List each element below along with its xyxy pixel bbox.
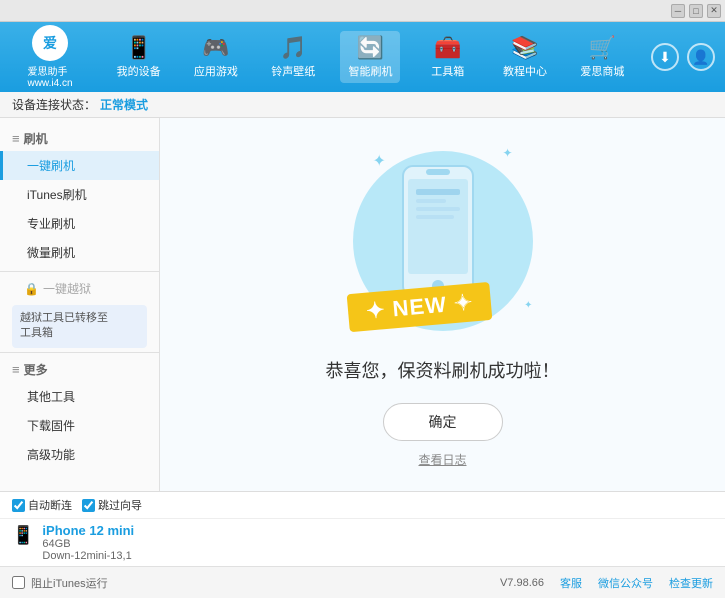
list-icon: ≡ (12, 131, 20, 146)
game-icon: 🎮 (202, 35, 229, 61)
phone-svg (398, 161, 478, 301)
device-name: iPhone 12 mini (42, 523, 134, 538)
sidebar-item-one-key-flash[interactable]: 一键刷机 (0, 151, 159, 180)
toolbox-icon: 🧰 (434, 35, 461, 61)
title-bar: ─ □ ✕ (0, 0, 725, 22)
sidebar-section-jailbreak: 🔒 一键越狱 (0, 276, 159, 301)
prevent-itunes-label: 阻止iTunes运行 (31, 575, 108, 591)
music-icon: 🎵 (280, 35, 307, 61)
sparkle-2: ✦ (502, 146, 512, 160)
nav-app-game[interactable]: 🎮 应用游戏 (186, 31, 246, 83)
window-controls: ─ □ ✕ (671, 4, 721, 18)
close-button[interactable]: ✕ (707, 4, 721, 18)
book-icon: 📚 (511, 35, 538, 61)
nav-ringtone[interactable]: 🎵 铃声壁纸 (263, 31, 323, 83)
sparkle-3: ✦ (524, 300, 532, 311)
content-area: ✦ ✦ ✦ ✦ NEW ✦ 恭 (160, 118, 725, 491)
maximize-button[interactable]: □ (689, 4, 703, 18)
nav-right-buttons: ⬇ 👤 (651, 43, 715, 71)
nav-smart-flash[interactable]: 🔄 智能刷机 (340, 31, 400, 83)
sidebar-item-advanced[interactable]: 高级功能 (0, 440, 159, 469)
check-update-link[interactable]: 检查更新 (669, 575, 713, 591)
new-label: ✦ NEW ✦ (365, 289, 474, 323)
logo-text: 爱思助手 www.i4.cn (27, 63, 72, 89)
skip-wizard-label[interactable]: 跳过向导 (82, 497, 142, 513)
status-bar: 设备连接状态： 正常模式 (0, 92, 725, 118)
logo-icon: 爱 (32, 25, 68, 61)
jailbreak-note: 越狱工具已转移至工具箱 (12, 305, 147, 348)
footer: 阻止iTunes运行 V7.98.66 客服 微信公众号 检查更新 (0, 566, 725, 598)
lock-icon: 🔒 (24, 282, 39, 296)
sidebar-section-flash[interactable]: ≡ 刷机 (0, 126, 159, 151)
view-log-link[interactable]: 查看日志 (418, 451, 466, 468)
prevent-itunes-checkbox[interactable] (12, 576, 25, 589)
main-layout: ≡ 刷机 一键刷机 iTunes刷机 专业刷机 微量刷机 🔒 一键越狱 越狱工具… (0, 118, 725, 491)
bottom-section: 自动断连 跳过向导 📱 iPhone 12 mini 64GB Down-12m… (0, 491, 725, 566)
sidebar-section-more[interactable]: ≡ 更多 (0, 357, 159, 382)
minimize-button[interactable]: ─ (671, 4, 685, 18)
success-illustration: ✦ ✦ ✦ ✦ NEW ✦ (343, 141, 543, 341)
list-icon-2: ≡ (12, 362, 20, 377)
device-details: iPhone 12 mini 64GB Down-12mini-13,1 (42, 523, 134, 562)
header: 爱 爱思助手 www.i4.cn 📱 我的设备 🎮 应用游戏 🎵 铃声壁纸 🔄 … (0, 22, 725, 92)
nav-my-device[interactable]: 📱 我的设备 (109, 31, 169, 83)
nav-bar: 📱 我的设备 🎮 应用游戏 🎵 铃声壁纸 🔄 智能刷机 🧰 工具箱 📚 教程中心… (100, 31, 641, 83)
auto-disconnect-checkbox[interactable] (12, 499, 25, 512)
device-row: 📱 iPhone 12 mini 64GB Down-12mini-13,1 (0, 519, 725, 566)
sidebar-item-download-firmware[interactable]: 下载固件 (0, 411, 159, 440)
device-firmware: Down-12mini-13,1 (42, 550, 134, 562)
sidebar-divider-2 (0, 352, 159, 353)
wechat-link[interactable]: 微信公众号 (598, 575, 653, 591)
phone-icon: 📱 (125, 35, 152, 61)
sidebar-item-pro-flash[interactable]: 专业刷机 (0, 209, 159, 238)
customer-service-link[interactable]: 客服 (560, 575, 582, 591)
checkbox-row: 自动断连 跳过向导 (0, 492, 725, 519)
sidebar-item-other-tools[interactable]: 其他工具 (0, 382, 159, 411)
sidebar: ≡ 刷机 一键刷机 iTunes刷机 专业刷机 微量刷机 🔒 一键越狱 越狱工具… (0, 118, 160, 491)
device-phone-icon: 📱 (12, 525, 34, 546)
sidebar-item-micro-flash[interactable]: 微量刷机 (0, 238, 159, 267)
auto-disconnect-label[interactable]: 自动断连 (12, 497, 72, 513)
skip-wizard-checkbox[interactable] (82, 499, 95, 512)
footer-right: V7.98.66 客服 微信公众号 检查更新 (500, 575, 713, 591)
footer-left: 阻止iTunes运行 (12, 575, 108, 591)
sidebar-item-itunes-flash[interactable]: iTunes刷机 (0, 180, 159, 209)
refresh-icon: 🔄 (357, 35, 384, 61)
download-button[interactable]: ⬇ (651, 43, 679, 71)
cart-icon: 🛒 (589, 35, 616, 61)
nav-tutorial[interactable]: 📚 教程中心 (495, 31, 555, 83)
sidebar-divider-1 (0, 271, 159, 272)
confirm-button[interactable]: 确定 (383, 403, 503, 441)
sparkle-1: ✦ (373, 151, 386, 171)
nav-toolbox[interactable]: 🧰 工具箱 (418, 31, 478, 83)
connection-status: 正常模式 (100, 96, 148, 113)
user-button[interactable]: 👤 (687, 43, 715, 71)
device-storage: 64GB (42, 538, 134, 550)
success-message: 恭喜您，保资料刷机成功啦！ (326, 357, 560, 383)
version-label: V7.98.66 (500, 577, 544, 589)
logo-area: 爱 爱思助手 www.i4.cn (10, 25, 90, 89)
nav-store[interactable]: 🛒 爱思商城 (572, 31, 632, 83)
